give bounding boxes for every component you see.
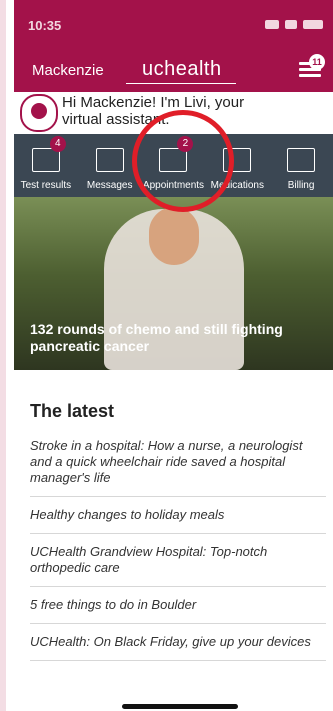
- avatar-face-icon: [31, 103, 47, 119]
- article-link[interactable]: 5 free things to do in Boulder: [30, 597, 326, 624]
- menu-button[interactable]: 11: [299, 54, 325, 78]
- nav-billing[interactable]: Billing: [269, 134, 333, 197]
- status-time: 10:35: [28, 18, 62, 33]
- latest-title: The latest: [30, 401, 115, 421]
- assistant-avatar: [20, 94, 58, 132]
- battery-icon: [303, 20, 323, 29]
- screen: 10:35 Mackenzie uchealth 11 Hi Mackenzie…: [0, 0, 333, 711]
- system-icons: [265, 20, 323, 29]
- left-margin: [0, 0, 14, 711]
- wifi-icon: [285, 20, 297, 29]
- left-tint: [0, 0, 6, 711]
- article-link[interactable]: UCHealth: On Black Friday, give up your …: [30, 634, 326, 661]
- article-link[interactable]: Stroke in a hospital: How a nurse, a neu…: [30, 438, 326, 497]
- home-indicator: [122, 704, 238, 709]
- billing-icon: [287, 148, 316, 172]
- menu-badge: 11: [309, 54, 325, 70]
- brand-underline: [126, 83, 236, 84]
- menu-line-icon: [299, 74, 321, 77]
- hero-story[interactable]: 132 rounds of chemo and still fighting p…: [14, 197, 333, 370]
- article-link[interactable]: UCHealth Grandview Hospital: Top-notch o…: [30, 544, 326, 587]
- hero-caption: 132 rounds of chemo and still fighting p…: [30, 321, 283, 354]
- article-link[interactable]: Healthy changes to holiday meals: [30, 507, 326, 534]
- nav-badge: 4: [49, 136, 66, 152]
- articles-list: Stroke in a hospital: How a nurse, a neu…: [30, 438, 326, 671]
- nav-label: Billing: [287, 180, 315, 191]
- top-header: 10:35 Mackenzie uchealth 11: [14, 0, 333, 92]
- signal-icon: [265, 20, 279, 29]
- user-name: Mackenzie: [32, 62, 104, 79]
- messages-icon: [95, 148, 124, 172]
- brand-logo: uchealth: [142, 58, 222, 80]
- nav-label: Messages: [86, 180, 133, 191]
- hero-head-image: [149, 207, 199, 265]
- nav-label: Test results: [20, 180, 72, 191]
- nav-test-results[interactable]: 4 Test results: [14, 134, 78, 197]
- highlight-circle: [132, 110, 234, 212]
- app: 10:35 Mackenzie uchealth 11 Hi Mackenzie…: [14, 0, 333, 711]
